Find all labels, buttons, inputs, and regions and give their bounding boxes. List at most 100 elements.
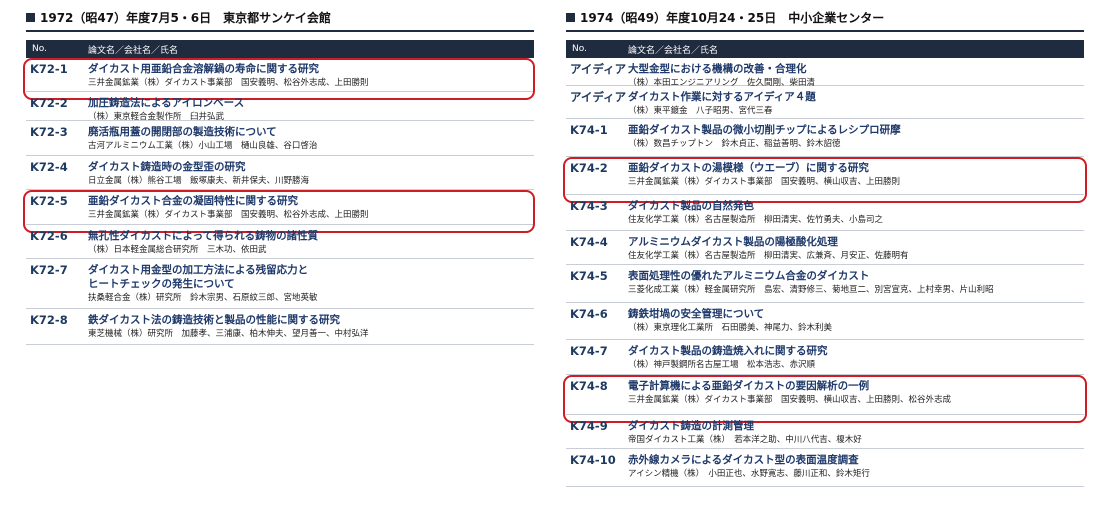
left-heading-text: 1972（昭47）年度7月5・6日 東京都サンケイ会館	[40, 10, 331, 25]
paper-title: ダイカスト用亜鉛合金溶解鍋の寿命に関する研究	[88, 63, 319, 75]
square-bullet-icon	[566, 12, 575, 22]
right-heading-text: 1974（昭49）年度10月24・25日 中小企業センター	[580, 10, 885, 25]
paper-number: K74-10	[570, 453, 616, 467]
table-row: アイディア 大型金型における機構の改善・合理化 （株）本田エンジニアリング 佐久間剛…	[566, 58, 1084, 89]
column-header-paper: 論文名／会社名／氏名	[628, 45, 719, 56]
paper-authors: （株）数昌チップトン 鈴木貞正、稲益善明、鈴木詔徳	[628, 139, 841, 149]
left-table-header: No. 論文名／会社名／氏名	[26, 40, 534, 58]
paper-info: 鋳鉄坩堝の安全管理について （株）東京理化工業所 石田勝美、神尾力、鈴木利美	[628, 307, 1084, 334]
paper-number: K74-9	[570, 419, 608, 433]
right-table-rows: アイディア 大型金型における機構の改善・合理化 （株）本田エンジニアリング 佐久間剛…	[563, 58, 1087, 487]
paper-title: 無孔性ダイカストによって得られる鋳物の諸性質	[88, 230, 319, 242]
left-panel: 1972（昭47）年度7月5・6日 東京都サンケイ会館 No. 論文名／会社名／…	[23, 8, 535, 345]
paper-number: K72-6	[30, 229, 68, 243]
table-row: K72-1 ダイカスト用亜鉛合金溶解鍋の寿命に関する研究三井金属鉱業（株）ダイカス…	[23, 58, 535, 100]
paper-title: 廃活瓶用蓋の開閉部の製造技術について	[88, 126, 277, 138]
paper-number: K72-5	[30, 194, 68, 208]
paper-number: K72-8	[30, 313, 68, 327]
paper-title: ダイカスト用金型の加工方法による残留応力と	[88, 264, 309, 276]
paper-authors: 帝国ダイカスト工業（株） 若本洋之助、中川八代吉、榎木好	[628, 435, 862, 445]
paper-info: ダイカスト用亜鉛合金溶解鍋の寿命に関する研究三井金属鉱業（株）ダイカスト事業部 …	[88, 62, 534, 89]
paper-number: K74-7	[570, 344, 608, 358]
paper-title: ダイカスト製品の鋳造焼入れに関する研究	[628, 345, 828, 357]
paper-number: K74-6	[570, 307, 608, 321]
paper-title: 加圧鋳造法によるアイロンベース	[88, 97, 245, 109]
paper-authors: 三井金属鉱業（株）ダイカスト事業部 国安義明、横山収吉、上田勝則	[628, 177, 901, 187]
paper-authors: アイシン精機（株） 小田正也、水野寛志、藤川正和、鈴木矩行	[628, 469, 870, 479]
paper-authors: （株）東平鍍金 八子昭男、宮代三春	[628, 106, 773, 116]
paper-number: K72-3	[30, 125, 68, 139]
paper-title: ダイカスト製品の自然発色	[628, 200, 754, 212]
paper-title: 鋳鉄坩堝の安全管理について	[628, 308, 765, 320]
paper-info: ダイカスト鋳造の計測管理 帝国ダイカスト工業（株） 若本洋之助、中川八代吉、榎木好	[628, 419, 1084, 446]
paper-authors: （株）神戸製鋼所名古屋工場 松本浩志、赤沢順	[628, 360, 816, 370]
paper-authors: （株）日本軽金属総合研究所 三木功、依田武	[88, 245, 267, 255]
right-panel: 1974（昭49）年度10月24・25日 中小企業センター No. 論文名／会社…	[563, 8, 1087, 487]
paper-authors: 三井金属鉱業（株）ダイカスト事業部 国安義明、松谷外志成、上田勝則	[88, 210, 369, 220]
left-table-rows: K72-1 ダイカスト用亜鉛合金溶解鍋の寿命に関する研究三井金属鉱業（株）ダイカス…	[23, 58, 535, 345]
table-row: K74-10 赤外線カメラによるダイカスト型の表面温度調査アイシン精機（株） 小田…	[566, 449, 1084, 487]
paper-authors: 東芝機械（株）研究所 加藤孝、三浦康、柏木伸夫、望月善一、中村弘洋	[88, 329, 369, 339]
paper-title: ダイカスト鋳造時の金型歪の研究	[88, 161, 246, 173]
paper-authors: 住友化学工業（株）名古屋製造所 柳田清実、広兼斉、月安正、佐藤明有	[628, 251, 909, 261]
table-row: K74-6 鋳鉄坩堝の安全管理について （株）東京理化工業所 石田勝美、神尾力、鈴木…	[566, 303, 1084, 340]
paper-info: 亜鉛ダイカスト製品の微小切削チップによるレシプロ研摩 （株）数昌チップトン 鈴木貞…	[628, 123, 1084, 150]
paper-title: 電子計算機による亜鉛ダイカストの要因解析の一例	[628, 380, 870, 392]
table-row: アイディア ダイカスト作業に対するアイディア４題 （株）東平鍍金 八子昭男、宮代三春	[566, 86, 1084, 119]
paper-authors: 三井金属鉱業（株）ダイカスト事業部 国安義明、松谷外志成、上田勝則	[88, 78, 369, 88]
paper-authors: 三井金属鉱業（株）ダイカスト事業部 国安義明、横山収吉、上田勝則、松谷外志成	[628, 395, 952, 405]
paper-title: 亜鉛ダイカスト合金の凝固特性に関する研究	[88, 195, 298, 207]
right-table-header: No. 論文名／会社名／氏名	[566, 40, 1084, 58]
table-row: K74-2 亜鉛ダイカストの湯模様（ウエーブ）に関する研究 三井金属鉱業（株）ダイカ…	[563, 157, 1087, 203]
paper-number: K74-1	[570, 123, 608, 137]
paper-number: K74-3	[570, 199, 608, 213]
paper-info: 電子計算機による亜鉛ダイカストの要因解析の一例三井金属鉱業（株）ダイカスト事業部…	[628, 379, 1084, 406]
column-header-no: No.	[32, 44, 47, 54]
paper-number: K72-1	[30, 62, 68, 76]
paper-info: アルミニウムダイカスト製品の陽極酸化処理住友化学工業（株）名古屋製造所 柳田清実…	[628, 235, 1084, 262]
table-row: K72-5 亜鉛ダイカスト合金の凝固特性に関する研究三井金属鉱業（株）ダイカスト事…	[23, 190, 535, 233]
table-row: K72-6 無孔性ダイカストによって得られる鋳物の諸性質 （株）日本軽金属総合研究所…	[26, 225, 534, 259]
paper-info: 大型金型における機構の改善・合理化 （株）本田エンジニアリング 佐久間剛、柴田清	[628, 62, 1084, 89]
table-row: K72-3 廃活瓶用蓋の開閉部の製造技術について 古河アルミニウム工業（株）小山工場…	[26, 121, 534, 156]
right-heading: 1974（昭49）年度10月24・25日 中小企業センター	[566, 8, 1084, 32]
table-row: K72-4 ダイカスト鋳造時の金型歪の研究 日立金属（株）熊谷工場 飯塚康夫、新井保…	[26, 156, 534, 190]
paper-title: ダイカスト作業に対するアイディア４題	[628, 91, 816, 103]
paper-info: 無孔性ダイカストによって得られる鋳物の諸性質 （株）日本軽金属総合研究所 三木功、…	[88, 229, 534, 256]
paper-number: K72-7	[30, 263, 68, 277]
column-header-paper: 論文名／会社名／氏名	[88, 45, 179, 56]
paper-info: 亜鉛ダイカストの湯模様（ウエーブ）に関する研究三井金属鉱業（株）ダイカスト事業部…	[628, 161, 1084, 188]
paper-number: K74-4	[570, 235, 608, 249]
column-header-no: No.	[572, 44, 587, 54]
paper-number: K74-5	[570, 269, 608, 283]
table-row: K74-9 ダイカスト鋳造の計測管理 帝国ダイカスト工業（株） 若本洋之助、中川八代…	[566, 415, 1084, 449]
table-row: K74-5 表面処理性の優れたアルミニウム合金のダイカスト 三菱化成工業（株）軽金属…	[566, 265, 1084, 303]
paper-info: 表面処理性の優れたアルミニウム合金のダイカスト 三菱化成工業（株）軽金属研究所 島…	[628, 269, 1084, 296]
paper-title: 亜鉛ダイカストの湯模様（ウエーブ）に関する研究	[628, 162, 869, 174]
paper-info: 赤外線カメラによるダイカスト型の表面温度調査アイシン精機（株） 小田正也、水野寛…	[628, 453, 1084, 480]
paper-info: ダイカスト鋳造時の金型歪の研究 日立金属（株）熊谷工場 飯塚康夫、新井保夫、川野勝…	[88, 160, 534, 187]
square-bullet-icon	[26, 12, 35, 22]
paper-authors: 三菱化成工業（株）軽金属研究所 島宏、清野修三、菊地亘二、別宮宣克、上村幸男、片…	[628, 285, 994, 295]
paper-number: アイディア	[570, 62, 627, 76]
left-table: No. 論文名／会社名／氏名 K72-1 ダイカスト用亜鉛合金溶解鍋の寿命に関する…	[23, 40, 535, 345]
paper-info: ダイカスト用金型の加工方法による残留応力と ヒートチェックの発生について 扶桑軽合金…	[88, 263, 534, 304]
paper-title: 鉄ダイカスト法の鋳造技術と製品の性能に関する研究	[88, 314, 340, 326]
paper-info: 亜鉛ダイカスト合金の凝固特性に関する研究三井金属鉱業（株）ダイカスト事業部 国安…	[88, 194, 534, 221]
paper-title: 赤外線カメラによるダイカスト型の表面温度調査	[628, 454, 859, 466]
paper-authors: 住友化学工業（株）名古屋製造所 柳田清実、佐竹勇夫、小島司之	[628, 215, 884, 225]
right-table: No. 論文名／会社名／氏名 アイディア 大型金型における機構の改善・合理化 （株）…	[563, 40, 1087, 487]
table-row: K74-8 電子計算機による亜鉛ダイカストの要因解析の一例三井金属鉱業（株）ダイカ…	[563, 375, 1087, 423]
paper-info: 加圧鋳造法によるアイロンベース （株）東京軽合金製作所 臼井弘武	[88, 96, 534, 123]
table-row: K72-2 加圧鋳造法によるアイロンベース （株）東京軽合金製作所 臼井弘武	[26, 92, 534, 123]
paper-number: K74-8	[570, 379, 608, 393]
paper-info: ダイカスト製品の自然発色住友化学工業（株）名古屋製造所 柳田清実、佐竹勇夫、小島…	[628, 199, 1084, 226]
paper-info: 鉄ダイカスト法の鋳造技術と製品の性能に関する研究東芝機械（株）研究所 加藤孝、三…	[88, 313, 534, 340]
paper-title: アルミニウムダイカスト製品の陽極酸化処理	[628, 236, 838, 248]
paper-number: K72-4	[30, 160, 68, 174]
table-row: K74-3 ダイカスト製品の自然発色住友化学工業（株）名古屋製造所 柳田清実、佐竹…	[566, 195, 1084, 231]
paper-title: ヒートチェックの発生について	[88, 278, 235, 290]
paper-number: アイディア	[570, 90, 627, 104]
paper-info: ダイカスト作業に対するアイディア４題 （株）東平鍍金 八子昭男、宮代三春	[628, 90, 1084, 117]
paper-title: 大型金型における機構の改善・合理化	[628, 63, 807, 75]
